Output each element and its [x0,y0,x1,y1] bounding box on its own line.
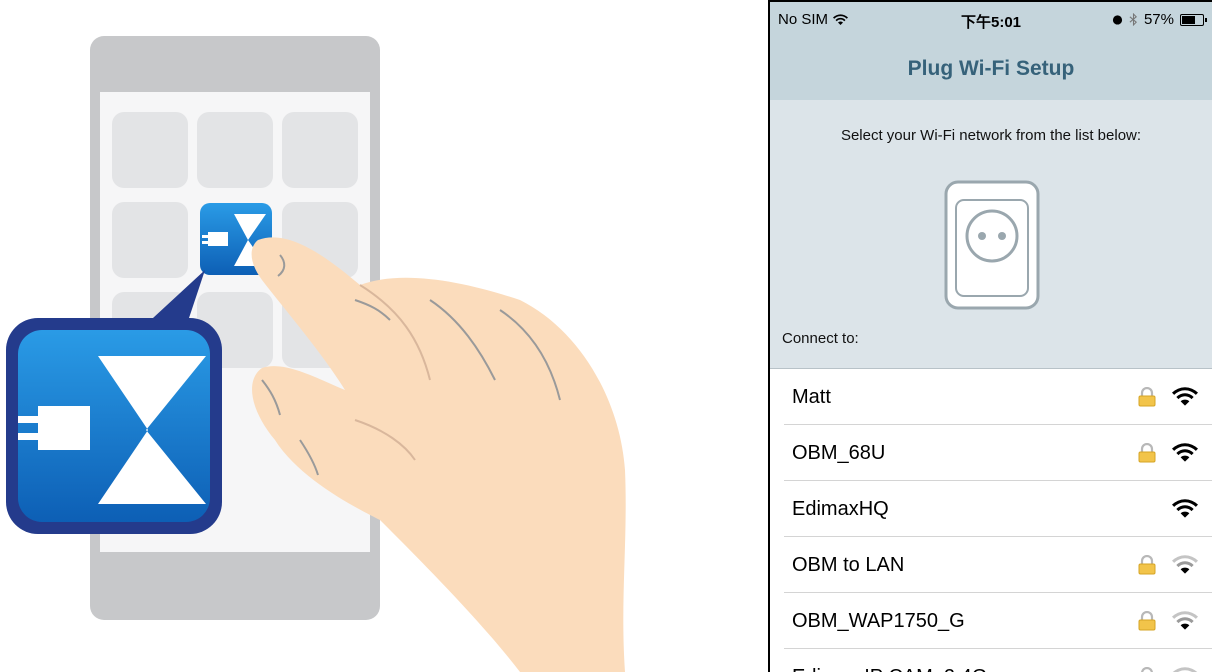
smart-plug-icon [944,180,1040,310]
status-right: 57% [1112,11,1207,28]
lock-icon [1138,442,1156,468]
alarm-icon [1112,15,1123,25]
network-row[interactable]: Edimax IP CAM_2.4G [784,649,1212,672]
bluetooth-icon [1129,13,1137,26]
network-name: EdimaxHQ [792,498,889,520]
lock-icon [1138,386,1156,412]
battery-icon [1180,13,1207,26]
wifi-signal-icon [1172,443,1198,468]
network-name: Matt [792,386,831,408]
network-name: OBM to LAN [792,554,905,576]
page-title: Plug Wi-Fi Setup [907,57,1075,80]
phone-screen: No SIM 下午5:01 57% Plug Wi-Fi Setup Selec… [768,0,1212,672]
nav-bar: Plug Wi-Fi Setup [770,38,1212,100]
wifi-signal-icon [1172,555,1198,580]
battery-percent: 57% [1143,11,1174,28]
setup-header: Select your Wi-Fi network from the list … [770,100,1212,369]
wifi-signal-icon [1172,611,1198,636]
network-row[interactable]: OBM to LAN [784,537,1212,593]
instruction-text: Select your Wi-Fi network from the list … [840,127,1142,144]
network-name: OBM_WAP1750_G [792,610,965,632]
network-row[interactable]: OBM_WAP1750_G [784,593,1212,649]
network-name: Edimax IP CAM_2.4G [792,666,987,672]
tap-app-illustration [6,36,626,672]
network-row[interactable]: OBM_68U [784,425,1212,481]
status-bar: No SIM 下午5:01 57% [770,2,1212,38]
wifi-signal-icon [1172,667,1198,672]
wifi-network-list: Matt OBM_68U EdimaxHQ OBM to LAN OBM_WAP1750… [770,369,1212,672]
lock-icon [1138,666,1156,672]
connect-to-label: Connect to: [782,330,859,347]
wifi-signal-icon [1172,499,1198,524]
lock-icon [1138,554,1156,580]
wifi-signal-icon [1172,387,1198,412]
network-row[interactable]: EdimaxHQ [784,481,1212,537]
network-row[interactable]: Matt [784,369,1212,425]
lock-icon [1138,610,1156,636]
network-name: OBM_68U [792,442,886,464]
